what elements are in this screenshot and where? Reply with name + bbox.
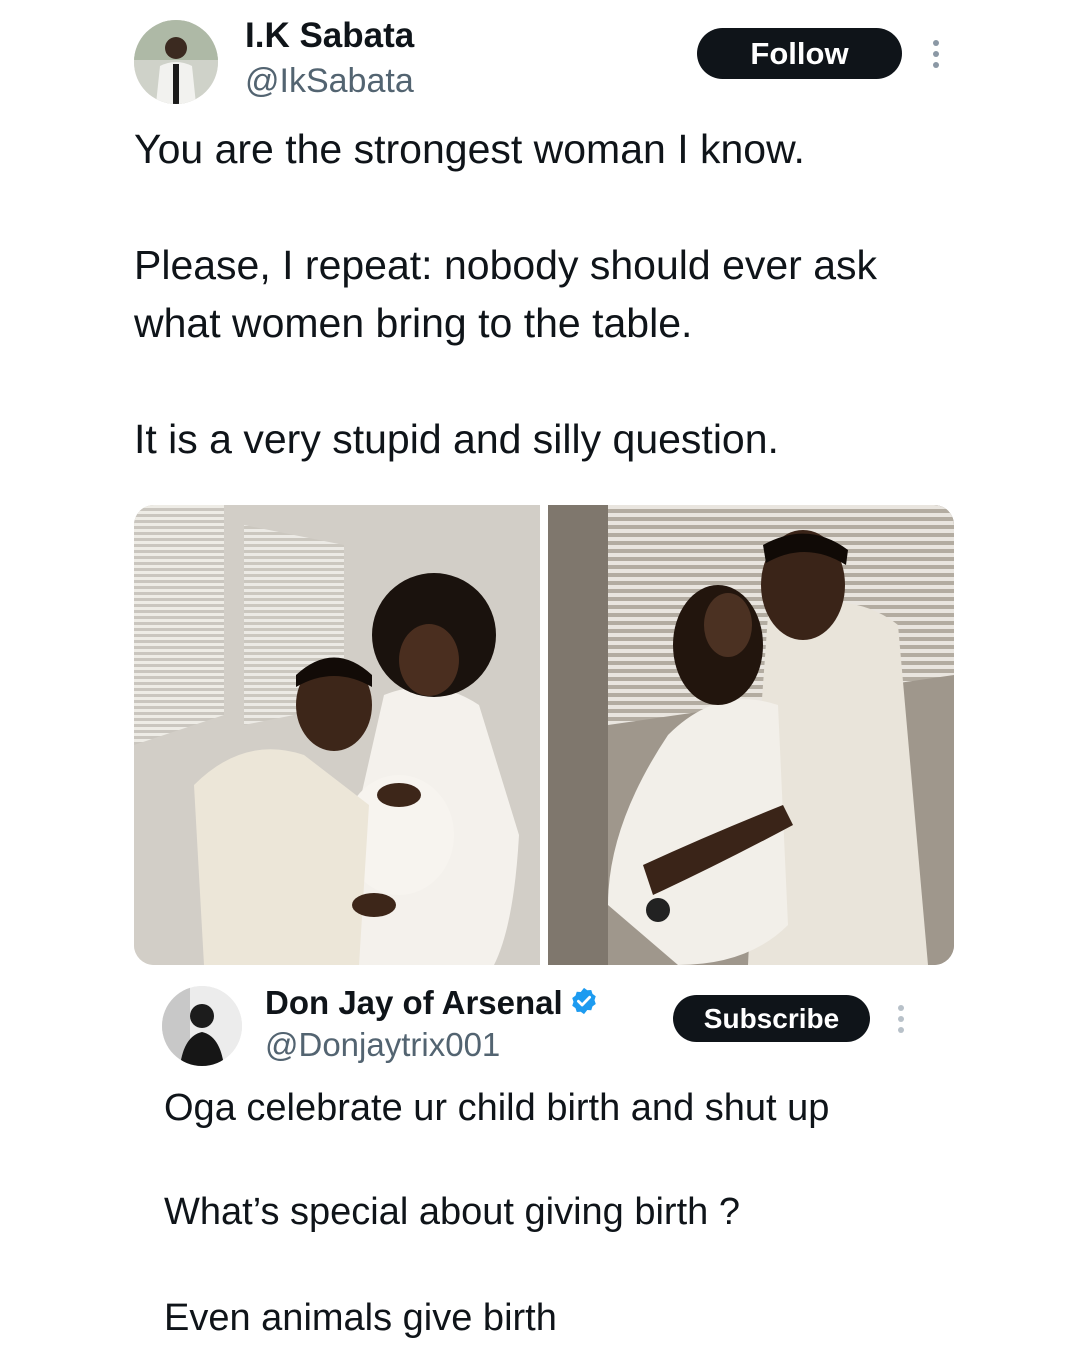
author-name[interactable]: I.K Sabata xyxy=(245,16,414,56)
reply-author-handle[interactable]: @Donjaytrix001 xyxy=(265,1026,500,1064)
tweet-photo-1[interactable] xyxy=(134,505,540,965)
reply-more-options-icon[interactable] xyxy=(891,1003,911,1035)
author-avatar[interactable] xyxy=(134,20,218,104)
reply-text-line: Oga celebrate ur child birth and shut up xyxy=(164,1087,830,1129)
verified-badge-icon xyxy=(569,986,599,1024)
more-options-icon[interactable] xyxy=(926,38,946,70)
tweet-text-line: You are the strongest woman I know. xyxy=(134,126,805,172)
tweet-text-line: Please, I repeat: nobody should ever ask xyxy=(134,242,878,288)
reply-author-avatar[interactable] xyxy=(162,986,242,1066)
reply-author-name[interactable]: Don Jay of Arsenal xyxy=(265,984,599,1024)
follow-button[interactable]: Follow xyxy=(697,28,902,79)
subscribe-button[interactable]: Subscribe xyxy=(673,995,870,1042)
tweet-text-line: It is a very stupid and silly question. xyxy=(134,416,779,462)
reply-text-line: What’s special about giving birth ? xyxy=(164,1191,740,1233)
reply-text-line: Even animals give birth xyxy=(164,1297,557,1339)
tweet-text-line: what women bring to the table. xyxy=(134,300,693,346)
reply-author-name-text[interactable]: Don Jay of Arsenal xyxy=(265,984,563,1021)
author-handle[interactable]: @IkSabata xyxy=(245,62,414,101)
tweet-photo-2[interactable] xyxy=(548,505,954,965)
